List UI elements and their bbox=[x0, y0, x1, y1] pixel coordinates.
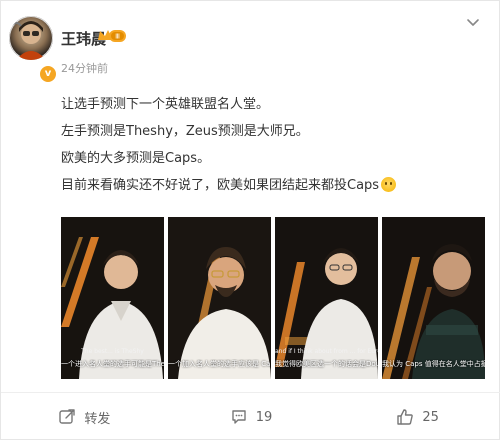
comment-button[interactable]: 19 bbox=[168, 393, 335, 440]
avatar-image bbox=[10, 21, 46, 60]
post-line: 欧美的大多预测是Caps。 bbox=[61, 151, 211, 166]
player-photo-2 bbox=[168, 217, 271, 379]
repost-icon bbox=[59, 409, 76, 424]
comment-icon bbox=[232, 410, 246, 424]
like-button[interactable]: 25 bbox=[334, 393, 500, 440]
verified-badge: v bbox=[39, 65, 57, 83]
image-caption-top: and if I think about from ... for Europe bbox=[275, 348, 378, 355]
post-text: 让选手预测下一个英雄联盟名人堂。 左手预测是Theshy，Zeus预测是大师兄。… bbox=[61, 91, 481, 199]
post-image-1[interactable]: The best... is TheShy 一个进入名人堂的选手可能是Thesh… bbox=[61, 217, 164, 379]
repost-button[interactable]: 转发 bbox=[1, 393, 168, 440]
post-image-2[interactable]: 一个加入名人堂的选手应该是 Caps bbox=[168, 217, 271, 379]
image-caption-top: The best... is TheShy bbox=[81, 348, 144, 355]
post-line: 左手预测是Theshy，Zeus预测是大师兄。 bbox=[61, 124, 309, 139]
player-photo-4 bbox=[382, 217, 485, 379]
comment-count: 19 bbox=[255, 409, 273, 425]
image-caption: 我觉得欧美区选一个的话会是Doublelift bbox=[275, 360, 378, 368]
post-line: 让选手预测下一个英雄联盟名人堂。 bbox=[61, 97, 270, 112]
like-icon bbox=[397, 409, 414, 425]
author-avatar[interactable] bbox=[9, 16, 53, 60]
image-caption: 一个进入名人堂的选手可能是Theshy! bbox=[61, 360, 164, 368]
post-image-4[interactable]: 我认为 Caps 值得在名人堂中占据下一个位置 bbox=[382, 217, 485, 379]
post-line-text: 目前来看确实还不好说了，欧美如果团结起来都投Caps bbox=[61, 178, 380, 193]
action-bar: 转发 19 25 bbox=[1, 393, 500, 440]
image-caption: 一个加入名人堂的选手应该是 Caps bbox=[168, 360, 271, 368]
crown-badge-icon[interactable]: Ⅲ bbox=[97, 28, 127, 44]
weibo-post-card: v 王玮晨 Ⅲ 24分钟前 让选手预测下一个英雄联盟名人堂。 左手预测是Thes… bbox=[0, 0, 500, 440]
post-image-3[interactable]: and if I think about from ... for Europe… bbox=[275, 217, 378, 379]
smile-emoji-icon bbox=[381, 177, 397, 192]
post-time[interactable]: 24分钟前 bbox=[61, 60, 108, 76]
chevron-down-icon[interactable] bbox=[465, 15, 481, 31]
image-grid: The best... is TheShy 一个进入名人堂的选手可能是Thesh… bbox=[61, 217, 485, 379]
post-line: 目前来看确实还不好说了，欧美如果团结起来都投Caps bbox=[61, 172, 481, 199]
repost-label: 转发 bbox=[84, 411, 111, 427]
level-badge-text: Ⅲ bbox=[115, 33, 120, 41]
image-caption: 我认为 Caps 值得在名人堂中占据下一个位置 bbox=[382, 360, 485, 368]
like-count: 25 bbox=[422, 409, 439, 425]
